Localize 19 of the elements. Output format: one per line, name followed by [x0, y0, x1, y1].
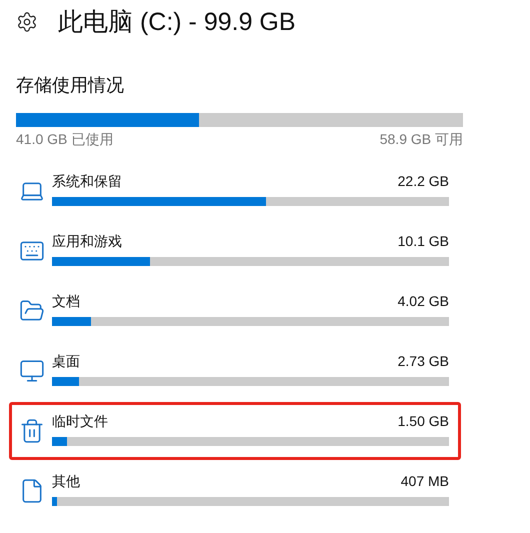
- category-size: 10.1 GB: [398, 232, 449, 250]
- category-label: 临时文件: [52, 412, 108, 430]
- section-heading: 存储使用情况: [16, 74, 124, 96]
- category-size: 4.02 GB: [398, 292, 449, 310]
- page-title: 此电脑 (C:) - 99.9 GB: [58, 7, 296, 38]
- monitor-icon: [19, 358, 45, 384]
- free-label: 58.9 GB 可用: [380, 130, 463, 148]
- trash-icon: [19, 418, 45, 444]
- category-size: 1.50 GB: [398, 412, 449, 430]
- category-label: 系统和保留: [52, 172, 122, 190]
- category-label: 其他: [52, 472, 80, 490]
- used-label: 41.0 GB 已使用: [16, 130, 114, 148]
- category-size: 407 MB: [400, 472, 449, 490]
- category-size: 22.2 GB: [398, 172, 449, 190]
- category-label: 桌面: [52, 352, 80, 370]
- category-size: 2.73 GB: [398, 352, 449, 370]
- category-label: 文档: [52, 292, 80, 310]
- category-label: 应用和游戏: [52, 232, 122, 250]
- settings-icon: [16, 11, 38, 33]
